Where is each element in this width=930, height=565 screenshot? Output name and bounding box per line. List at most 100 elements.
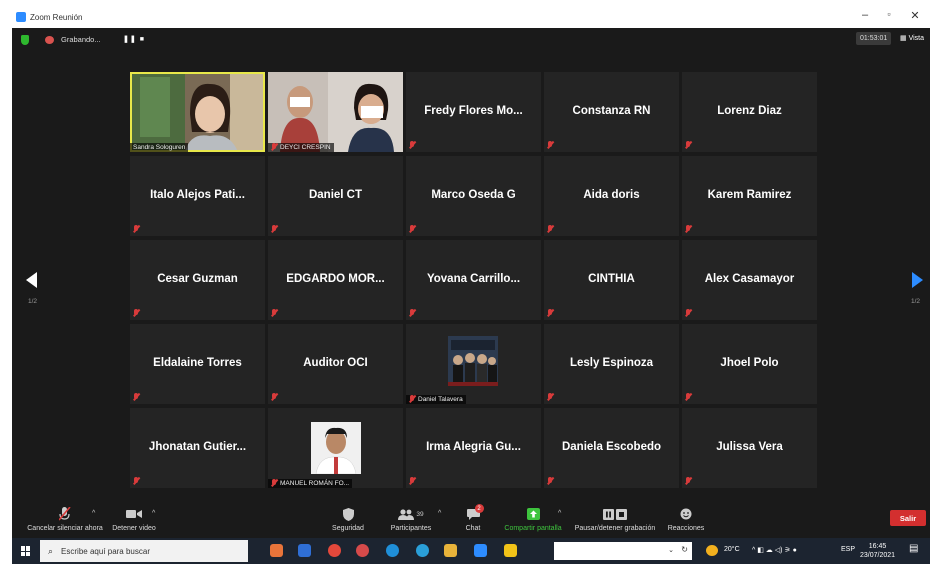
stop-video-label: Detener video xyxy=(112,525,156,532)
next-page-arrow-icon[interactable] xyxy=(912,272,923,288)
recording-status: Grabando... xyxy=(61,35,101,44)
participant-tile[interactable]: Aida doris xyxy=(544,156,679,236)
chevron-up-icon[interactable]: ^ xyxy=(438,510,441,517)
prev-page-arrow-icon[interactable] xyxy=(26,272,37,288)
refresh-icon[interactable]: ↻ xyxy=(681,545,688,554)
security-label: Seguridad xyxy=(332,525,364,532)
chevron-up-icon[interactable]: ^ xyxy=(558,510,561,517)
weather-icon[interactable] xyxy=(706,545,718,556)
participant-tile[interactable]: MANUEL ROMÁN FO... xyxy=(268,408,403,488)
participant-tile[interactable]: Italo Alejos Pati... xyxy=(130,156,265,236)
chrome-icon[interactable] xyxy=(328,544,341,557)
participant-tile[interactable]: Yovana Carrillo... xyxy=(406,240,541,320)
video-camera-icon xyxy=(126,510,142,518)
participant-name: Auditor OCI xyxy=(303,357,368,369)
recording-controls-button[interactable]: Pausar/detener grabación xyxy=(572,502,658,538)
temperature[interactable]: 20°C xyxy=(724,546,740,553)
address-toolbar[interactable]: ⌄ ↻ xyxy=(554,542,692,560)
clock-time: 16:45 xyxy=(868,543,887,550)
search-icon: ⌕ xyxy=(48,545,54,556)
share-screen-button[interactable]: Compartir pantalla xyxy=(502,502,564,538)
windows-taskbar: ⌕ Escribe aquí para buscar ⌄ ↻ 20°C ^ ◧ … xyxy=(12,538,930,564)
taskbar-search[interactable]: ⌕ Escribe aquí para buscar xyxy=(40,540,248,562)
participant-video xyxy=(268,72,403,152)
chat-button[interactable]: 2 Chat xyxy=(458,502,488,538)
stop-icon[interactable]: ■ xyxy=(140,36,145,43)
taskbar-app-icon[interactable] xyxy=(270,544,283,557)
muted-mic-icon xyxy=(685,393,691,401)
participant-tile[interactable]: Sandra Sologuren xyxy=(130,72,265,152)
participant-tile[interactable]: Cesar Guzman xyxy=(130,240,265,320)
participant-name: Eldalaine Torres xyxy=(153,357,242,369)
mute-button[interactable]: Cancelar silenciar ahora xyxy=(20,502,110,538)
leave-meeting-button[interactable]: Salir xyxy=(890,510,926,526)
participant-tile[interactable]: Daniel CT xyxy=(268,156,403,236)
muted-mic-icon xyxy=(271,225,277,233)
chrome-icon[interactable] xyxy=(356,544,369,557)
participant-name: Fredy Flores Mo... xyxy=(424,105,523,117)
participant-tile[interactable]: CINTHIA xyxy=(544,240,679,320)
windows-start-icon[interactable] xyxy=(21,546,31,556)
muted-mic-icon xyxy=(547,141,553,149)
muted-mic-icon xyxy=(59,507,71,521)
view-button[interactable]: ▦ Vista xyxy=(900,34,924,42)
view-label: Vista xyxy=(908,35,925,42)
sticky-notes-icon[interactable] xyxy=(504,544,517,557)
participant-tile[interactable]: Fredy Flores Mo... xyxy=(406,72,541,152)
participant-tile[interactable]: Lorenz Diaz xyxy=(682,72,817,152)
muted-mic-icon xyxy=(685,309,691,317)
participant-tile[interactable]: Alex Casamayor xyxy=(682,240,817,320)
participant-tile[interactable]: Lesly Espinoza xyxy=(544,324,679,404)
system-tray-icons[interactable]: ^ ◧ ☁ ◁) ⚞ ● xyxy=(752,546,797,554)
pause-icon[interactable]: ❚❚ xyxy=(123,36,137,43)
muted-mic-icon xyxy=(547,477,553,485)
participant-name-label: Daniel Talavera xyxy=(406,395,466,404)
stop-video-button[interactable]: Detener video xyxy=(106,502,162,538)
shield-icon[interactable] xyxy=(21,35,29,45)
participant-tile[interactable]: EDGARDO MOR... xyxy=(268,240,403,320)
reactions-button[interactable]: Reacciones xyxy=(666,502,706,538)
muted-mic-icon xyxy=(547,309,553,317)
chevron-down-icon[interactable]: ⌄ xyxy=(668,546,674,554)
participants-count: 39 xyxy=(416,510,424,518)
participant-tile[interactable]: Constanza RN xyxy=(544,72,679,152)
chevron-up-icon[interactable]: ^ xyxy=(92,510,95,517)
telegram-icon[interactable] xyxy=(416,544,429,557)
close-button[interactable]: ✕ xyxy=(908,9,922,22)
participant-tile[interactable]: Auditor OCI xyxy=(268,324,403,404)
security-shield-icon xyxy=(342,507,354,521)
muted-mic-icon xyxy=(409,477,415,485)
participant-name: Constanza RN xyxy=(572,105,651,117)
taskbar-app-icon[interactable] xyxy=(298,544,311,557)
muted-mic-icon xyxy=(685,141,691,149)
notifications-icon[interactable]: ▤ xyxy=(909,543,918,554)
chevron-up-icon[interactable]: ^ xyxy=(152,510,155,517)
participant-name: Julissa Vera xyxy=(716,441,783,453)
participant-tile[interactable]: Karem Ramirez xyxy=(682,156,817,236)
security-button[interactable]: Seguridad xyxy=(328,502,368,538)
participant-tile[interactable]: DEYCI CRESPIN xyxy=(268,72,403,152)
edge-icon[interactable] xyxy=(386,544,399,557)
participants-button[interactable]: 39 Participantes xyxy=(386,502,436,538)
participant-name: Cesar Guzman xyxy=(157,273,238,285)
maximize-button[interactable]: ▫ xyxy=(882,9,896,19)
recording-controls[interactable]: ❚❚ ■ xyxy=(123,35,145,43)
title-bar: Zoom Reunión – ▫ ✕ xyxy=(12,6,930,28)
zoom-taskbar-icon[interactable] xyxy=(474,544,487,557)
meeting-toolbar: Cancelar silenciar ahora ^ Detener video… xyxy=(12,502,930,538)
participant-tile[interactable]: Eldalaine Torres xyxy=(130,324,265,404)
recording-icon xyxy=(45,36,54,44)
participant-tile[interactable]: Jhoel Polo xyxy=(682,324,817,404)
file-explorer-icon[interactable] xyxy=(444,544,457,557)
participant-name: Aida doris xyxy=(583,189,640,201)
participant-tile[interactable]: Daniel Talavera xyxy=(406,324,541,404)
participant-tile[interactable]: Jhonatan Gutier... xyxy=(130,408,265,488)
participant-tile[interactable]: Marco Oseda G xyxy=(406,156,541,236)
participant-name: Irma Alegria Gu... xyxy=(426,441,521,453)
language-indicator[interactable]: ESP xyxy=(841,546,855,553)
participant-tile[interactable]: Daniela Escobedo xyxy=(544,408,679,488)
participant-tile[interactable]: Irma Alegria Gu... xyxy=(406,408,541,488)
taskbar-clock[interactable]: 16:45 23/07/2021 xyxy=(860,542,895,560)
minimize-button[interactable]: – xyxy=(858,9,872,21)
participant-tile[interactable]: Julissa Vera xyxy=(682,408,817,488)
